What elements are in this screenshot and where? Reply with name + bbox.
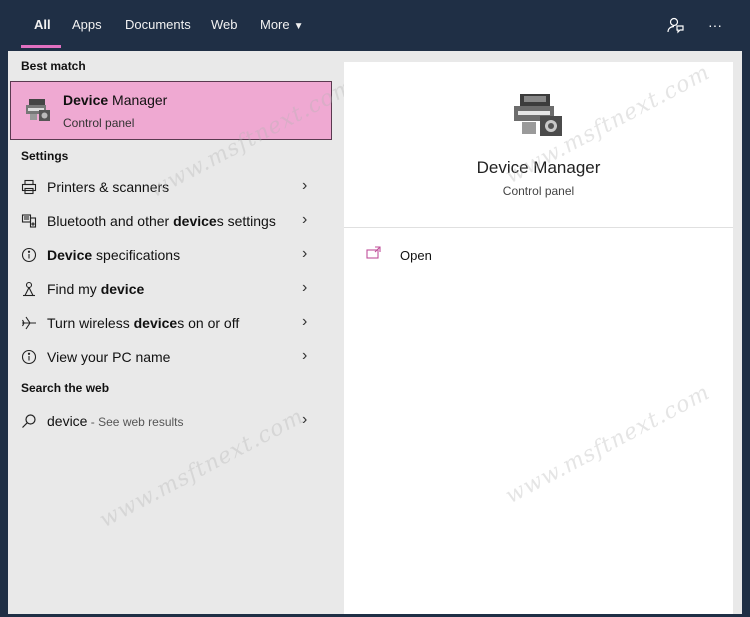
web-search-hint: - See web results xyxy=(87,415,184,429)
bluetooth-devices-icon xyxy=(20,212,38,230)
settings-item-label: Device specifications xyxy=(47,247,181,263)
best-match-title-rest: Manager xyxy=(108,92,168,108)
chevron-down-icon: ▼ xyxy=(293,21,304,32)
info-icon xyxy=(20,348,38,366)
settings-item-pc-name[interactable]: View your PC name › xyxy=(8,342,334,372)
best-match-item[interactable]: Device Manager Control panel xyxy=(10,81,332,140)
find-device-icon xyxy=(20,280,38,298)
device-manager-icon xyxy=(26,99,50,121)
tab-documents[interactable]: Documents xyxy=(125,17,191,32)
web-search-item[interactable]: device - See web results › xyxy=(8,406,334,436)
more-options-icon[interactable]: ··· xyxy=(704,14,726,36)
active-tab-indicator xyxy=(21,45,61,48)
search-tabs-bar: All Apps Documents Web More ▼ ··· xyxy=(8,0,742,51)
settings-item-wireless[interactable]: Turn wireless devices on or off › xyxy=(8,308,334,338)
settings-heading: Settings xyxy=(21,149,69,163)
search-icon xyxy=(20,412,38,430)
settings-item-printers[interactable]: Printers & scanners › xyxy=(8,172,334,202)
chevron-right-icon: › xyxy=(302,411,308,428)
chevron-right-icon: › xyxy=(302,347,308,364)
preview-panel: Device Manager Control panel Open www.ms… xyxy=(344,60,733,617)
chevron-right-icon: › xyxy=(302,245,308,262)
web-search-label: device - See web results xyxy=(47,413,184,429)
results-panel: Best match Device Manager Control panel … xyxy=(8,51,358,617)
chevron-right-icon: › xyxy=(302,313,308,330)
web-search-query: device xyxy=(47,413,88,429)
chevron-right-icon: › xyxy=(302,211,308,228)
feedback-icon[interactable] xyxy=(664,14,686,36)
settings-item-label: Find my device xyxy=(47,281,145,297)
tab-more[interactable]: More ▼ xyxy=(260,17,304,32)
open-action[interactable]: Open xyxy=(366,244,486,268)
divider xyxy=(344,227,733,228)
airplane-icon xyxy=(20,314,38,332)
device-manager-icon xyxy=(514,94,562,136)
best-match-title: Device Manager xyxy=(63,92,167,108)
settings-item-label: Bluetooth and other devices settings xyxy=(47,213,276,229)
best-match-heading: Best match xyxy=(21,59,86,73)
info-icon xyxy=(20,246,38,264)
tab-more-label: More xyxy=(260,17,290,32)
settings-item-label: Turn wireless devices on or off xyxy=(47,315,240,331)
open-label: Open xyxy=(400,248,432,263)
settings-item-bluetooth[interactable]: Bluetooth and other devices settings › xyxy=(8,206,334,236)
tab-all[interactable]: All xyxy=(34,17,51,32)
tab-apps[interactable]: Apps xyxy=(72,17,102,32)
settings-item-find-my-device[interactable]: Find my device › xyxy=(8,274,334,304)
chevron-right-icon: › xyxy=(302,279,308,296)
printer-icon xyxy=(20,178,38,196)
settings-item-label: Printers & scanners xyxy=(47,179,170,195)
best-match-subtitle: Control panel xyxy=(63,116,135,130)
open-icon xyxy=(366,246,381,259)
settings-item-device-specifications[interactable]: Device specifications › xyxy=(8,240,334,270)
best-match-title-bold: Device xyxy=(63,92,109,108)
settings-item-label: View your PC name xyxy=(47,349,171,365)
tab-web[interactable]: Web xyxy=(211,17,238,32)
search-web-heading: Search the web xyxy=(21,381,110,395)
search-window: All Apps Documents Web More ▼ ··· Best ma… xyxy=(8,0,742,617)
preview-title: Device Manager xyxy=(476,158,601,177)
chevron-right-icon: › xyxy=(302,177,308,194)
watermark: www.msftnext.com xyxy=(501,379,715,510)
preview-subtitle: Control panel xyxy=(502,184,575,198)
